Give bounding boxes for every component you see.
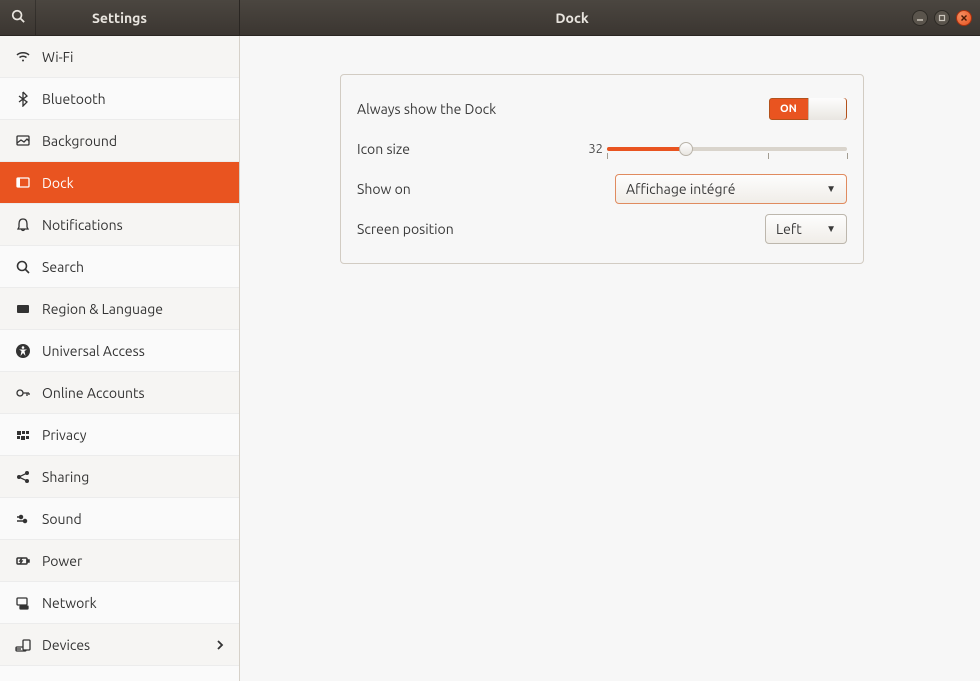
sidebar-item-label: Bluetooth (42, 91, 106, 107)
slider-thumb[interactable] (679, 142, 693, 156)
titlebar: Settings Dock (0, 0, 980, 36)
show-on-dropdown[interactable]: Affichage intégré ▼ (615, 174, 847, 204)
slider-tick (607, 153, 608, 159)
share-icon (12, 469, 34, 485)
sidebar-item-label: Universal Access (42, 343, 145, 359)
sidebar-item-sound[interactable]: Sound (0, 498, 239, 540)
sidebar-item-background[interactable]: Background (0, 120, 239, 162)
bell-icon (12, 217, 34, 233)
power-icon (12, 553, 34, 569)
search-button[interactable] (0, 0, 36, 35)
show-on-label: Show on (357, 181, 537, 197)
sidebar-item-devices[interactable]: Devices (0, 624, 239, 666)
sidebar-item-dock[interactable]: Dock (0, 162, 239, 204)
sidebar-item-power[interactable]: Power (0, 540, 239, 582)
wifi-icon (12, 49, 34, 65)
screen-position-value: Left (776, 221, 802, 237)
sidebar-item-label: Devices (42, 637, 90, 653)
sidebar-item-label: Region & Language (42, 301, 163, 317)
sidebar-item-label: Wi-Fi (42, 49, 73, 65)
sidebar-item-label: Search (42, 259, 84, 275)
network-icon (12, 595, 34, 611)
row-screen-position: Screen position Left ▼ (357, 209, 847, 249)
titlebar-right: Dock (240, 0, 980, 35)
bluetooth-icon (12, 91, 34, 107)
sidebar-item-search[interactable]: Search (0, 246, 239, 288)
slider-tick (847, 153, 848, 159)
icon-size-slider[interactable] (607, 147, 847, 151)
accessibility-icon (12, 343, 34, 359)
globe-icon (12, 301, 34, 317)
sidebar-item-label: Background (42, 133, 117, 149)
content-area: Always show the Dock ON Icon size 32 (240, 36, 980, 681)
search-icon (12, 259, 34, 275)
sidebar-item-privacy[interactable]: Privacy (0, 414, 239, 456)
window-close[interactable] (956, 10, 972, 26)
row-show-on: Show on Affichage intégré ▼ (357, 169, 847, 209)
background-icon (12, 133, 34, 149)
lock-icon (12, 427, 34, 443)
sidebar-item-label: Sharing (42, 469, 89, 485)
cloud-key-icon (12, 385, 34, 401)
devices-icon (12, 637, 34, 653)
sidebar-item-label: Dock (42, 175, 74, 191)
sidebar-item-label: Notifications (42, 217, 123, 233)
icon-size-label: Icon size (357, 141, 537, 157)
sound-icon (12, 511, 34, 527)
toggle-knob (808, 98, 846, 120)
always-show-label: Always show the Dock (357, 101, 537, 117)
sidebar: Wi-Fi Bluetooth Background Dock Notifica (0, 36, 240, 681)
sidebar-item-bluetooth[interactable]: Bluetooth (0, 78, 239, 120)
toggle-on-label: ON (770, 103, 797, 115)
dock-panel: Always show the Dock ON Icon size 32 (340, 74, 864, 264)
dock-icon (12, 175, 34, 191)
sidebar-item-wifi[interactable]: Wi-Fi (0, 36, 239, 78)
window-controls (904, 10, 980, 26)
sidebar-item-region[interactable]: Region & Language (0, 288, 239, 330)
row-always-show: Always show the Dock ON (357, 89, 847, 129)
screen-position-dropdown[interactable]: Left ▼ (765, 214, 847, 244)
row-icon-size: Icon size 32 (357, 129, 847, 169)
window-maximize[interactable] (934, 10, 950, 26)
show-on-value: Affichage intégré (626, 181, 736, 197)
icon-size-value: 32 (588, 142, 603, 156)
chevron-down-icon: ▼ (826, 183, 836, 195)
sidebar-item-notifications[interactable]: Notifications (0, 204, 239, 246)
always-show-toggle[interactable]: ON (769, 98, 847, 120)
chevron-down-icon: ▼ (826, 223, 836, 235)
sidebar-item-label: Privacy (42, 427, 86, 443)
window-minimize[interactable] (912, 10, 928, 26)
sidebar-item-label: Network (42, 595, 97, 611)
settings-title: Settings (36, 10, 239, 26)
sidebar-item-label: Online Accounts (42, 385, 145, 401)
slider-tick (768, 153, 769, 159)
sidebar-item-network[interactable]: Network (0, 582, 239, 624)
body: Wi-Fi Bluetooth Background Dock Notifica (0, 36, 980, 681)
page-title: Dock (240, 10, 904, 26)
sidebar-item-universal-access[interactable]: Universal Access (0, 330, 239, 372)
sidebar-item-sharing[interactable]: Sharing (0, 456, 239, 498)
screen-position-label: Screen position (357, 221, 537, 237)
sidebar-item-label: Power (42, 553, 82, 569)
sidebar-item-label: Sound (42, 511, 82, 527)
titlebar-left: Settings (0, 0, 240, 35)
sidebar-item-online-accounts[interactable]: Online Accounts (0, 372, 239, 414)
slider-fill (607, 147, 686, 151)
chevron-right-icon (215, 637, 225, 653)
search-icon (11, 9, 25, 26)
